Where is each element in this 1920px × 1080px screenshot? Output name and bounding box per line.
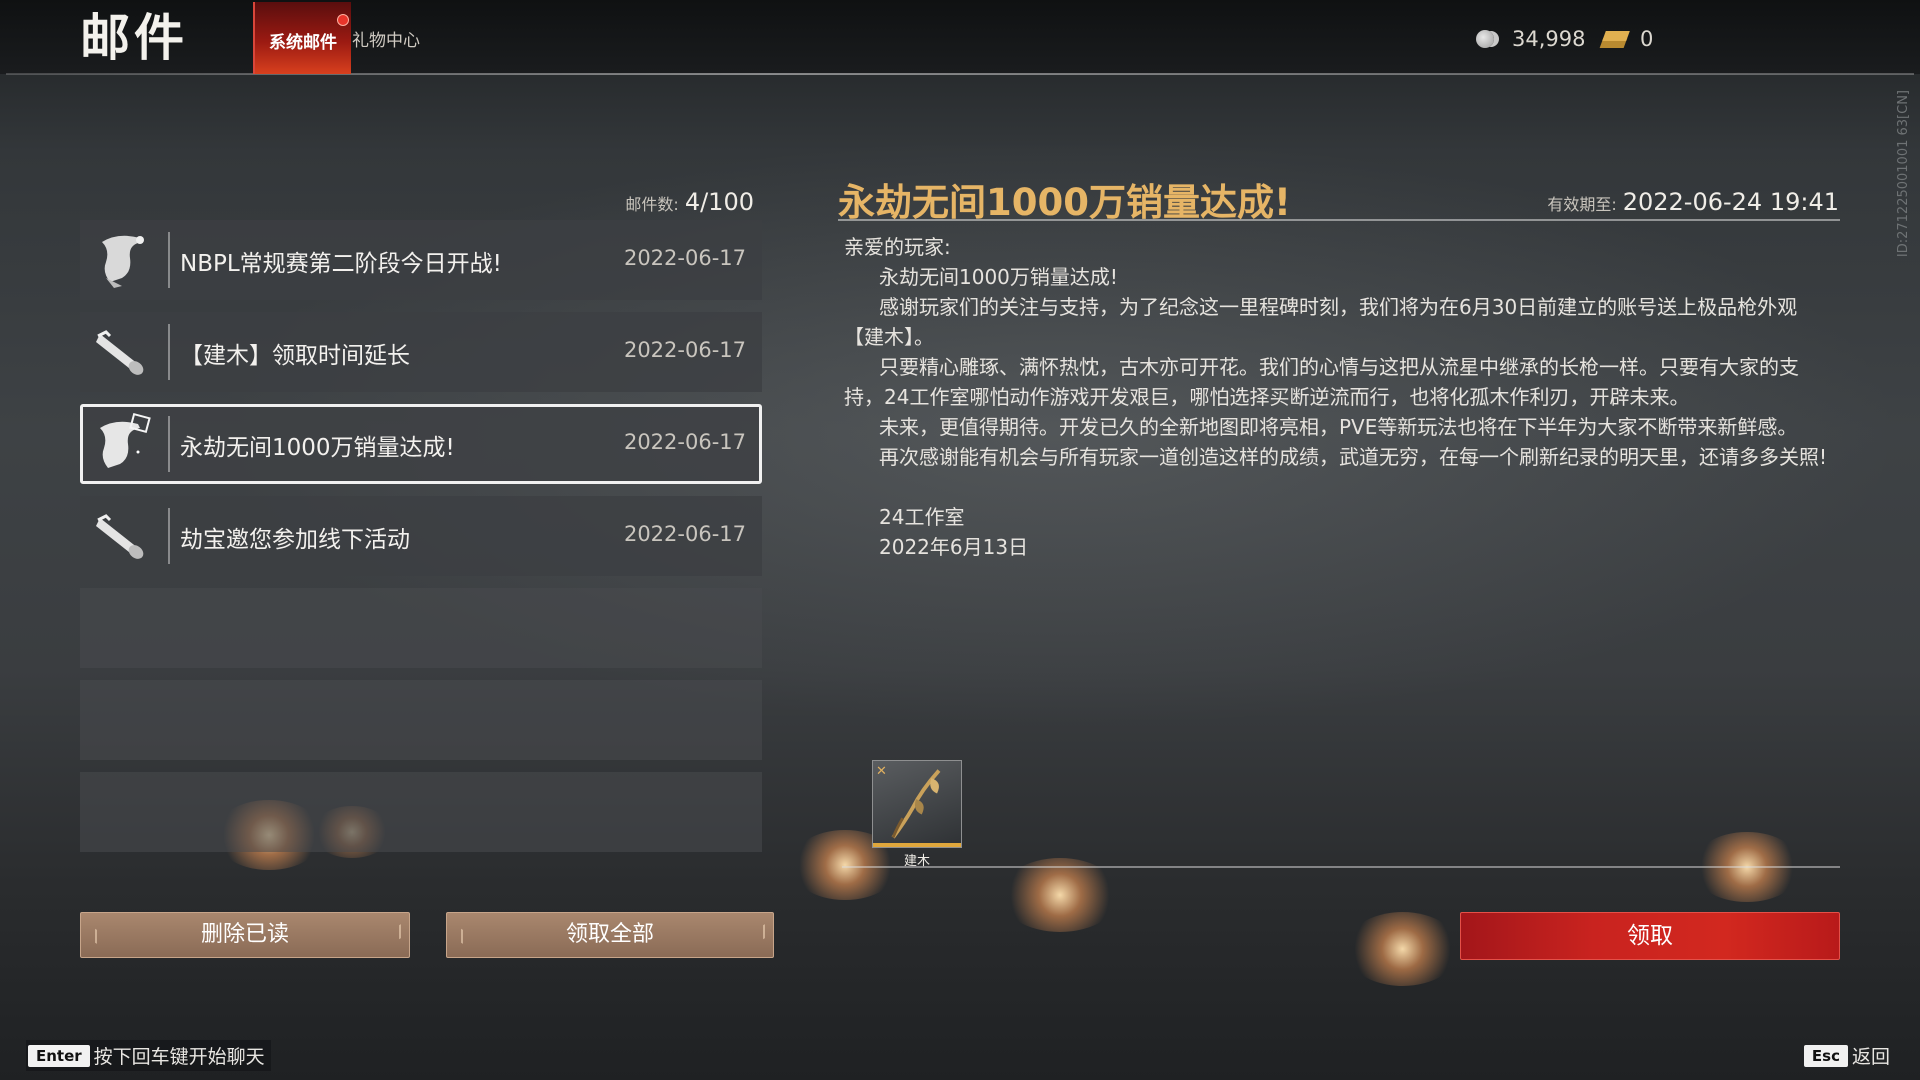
mail-paragraph: 再次感谢能有机会与所有玩家一道创造这样的成绩，武道无穷，在每一个刷新纪录的明天里… [879, 445, 1828, 469]
empty-mail-slot [80, 588, 762, 668]
lantern-glow [1000, 858, 1120, 932]
mail-count-label: 邮件数: [625, 195, 679, 214]
notification-dot-icon [337, 14, 349, 26]
mail-date: 2022-06-17 [623, 522, 746, 546]
player-id-label: ID:271225001001 63[CN] [1896, 90, 1911, 258]
mail-count: 邮件数: 4/100 [625, 188, 754, 216]
delete-read-button[interactable]: 删除已读 [80, 912, 410, 958]
expiry-value: 2022-06-24 19:41 [1622, 188, 1839, 216]
mail-signature: 24工作室 [879, 505, 965, 529]
attachment-divider [842, 866, 1840, 868]
back-label: 返回 [1851, 1046, 1890, 1068]
claim-all-button[interactable]: 领取全部 [446, 912, 774, 958]
item-divider [168, 324, 170, 380]
item-divider [168, 508, 170, 564]
esc-key-badge: Esc [1803, 1044, 1848, 1067]
mail-body: 亲爱的玩家: 永劫无间1000万销量达成! 感谢玩家们的关注与支持，为了纪念这一… [844, 232, 1834, 562]
rolled-letter-icon [96, 330, 144, 375]
chat-hint-text: 按下回车键开始聊天 [93, 1046, 265, 1068]
attachment-slot[interactable]: ✕ [872, 760, 962, 848]
expiry-label: 有效期至: [1547, 195, 1617, 214]
scroll-icon [102, 235, 144, 288]
tab-system-mail[interactable]: 系统邮件 [253, 2, 351, 74]
tab-gift-center[interactable]: 礼物中心 [352, 26, 420, 51]
mail-subject: 劫宝邀您参加线下活动 [180, 527, 410, 553]
chat-hint: Enter 按下回车键开始聊天 [26, 1040, 271, 1071]
page-title: 邮件 [80, 9, 188, 67]
spear-skin-icon [891, 769, 941, 839]
item-divider [168, 232, 170, 288]
mail-list-item[interactable]: 【建木】领取时间延长 2022-06-17 [80, 312, 762, 392]
title-divider [838, 219, 1840, 221]
mail-paragraph: 只要精心雕琢、满怀热忱，古木亦可开花。我们的心情与这把从流星中继承的长枪一样。只… [844, 355, 1799, 409]
rarity-bar [873, 843, 961, 847]
mail-paragraph: 未来，更值得期待。开发已久的全新地图即将亮相，PVE等新玩法也将在下半年为大家不… [879, 415, 1798, 439]
mail-date: 2022-06-17 [623, 430, 746, 454]
tab-label: 系统邮件 [269, 33, 337, 53]
mail-title: 永劫无间1000万销量达成! [838, 181, 1291, 224]
mail-date: 2022-06-17 [623, 246, 746, 270]
mail-subject: 永劫无间1000万销量达成! [180, 435, 455, 461]
gold-currency: 0 [1602, 22, 1653, 56]
rolled-letter-icon [96, 514, 144, 559]
silver-currency: 34,998 [1474, 22, 1585, 56]
claim-button[interactable]: 领取 [1460, 912, 1840, 960]
empty-mail-slot [80, 680, 762, 760]
mail-sign-date: 2022年6月13日 [879, 535, 1029, 559]
lantern-glow [1345, 912, 1460, 986]
mail-paragraph: 感谢玩家们的关注与支持，为了纪念这一里程碑时刻，我们将为在6月30日前建立的账号… [844, 295, 1798, 349]
empty-mail-slot [80, 772, 762, 852]
mail-list-item-selected[interactable]: 永劫无间1000万销量达成! 2022-06-17 [80, 404, 762, 484]
enter-key-badge: Enter [28, 1044, 90, 1067]
mail-subject: 【建木】领取时间延长 [180, 343, 410, 369]
item-divider [168, 416, 170, 472]
gold-amount: 0 [1640, 27, 1654, 51]
mail-count-value: 4/100 [684, 188, 754, 216]
mail-greeting: 亲爱的玩家: [844, 235, 951, 259]
scroll-gift-icon [100, 412, 151, 468]
mail-list-item[interactable]: NBPL常规赛第二阶段今日开战! 2022-06-17 [80, 220, 762, 300]
mail-paragraph: 永劫无间1000万销量达成! [879, 265, 1118, 289]
silver-coin-icon [1474, 27, 1504, 51]
mail-expiry: 有效期至: 2022-06-24 19:41 [1547, 188, 1839, 216]
gold-ingot-icon [1602, 27, 1632, 51]
mail-date: 2022-06-17 [623, 338, 746, 362]
back-button[interactable]: Esc 返回 [1803, 1042, 1890, 1069]
mail-subject: NBPL常规赛第二阶段今日开战! [180, 251, 502, 277]
mail-list-item[interactable]: 劫宝邀您参加线下活动 2022-06-17 [80, 496, 762, 576]
silver-amount: 34,998 [1512, 27, 1586, 51]
